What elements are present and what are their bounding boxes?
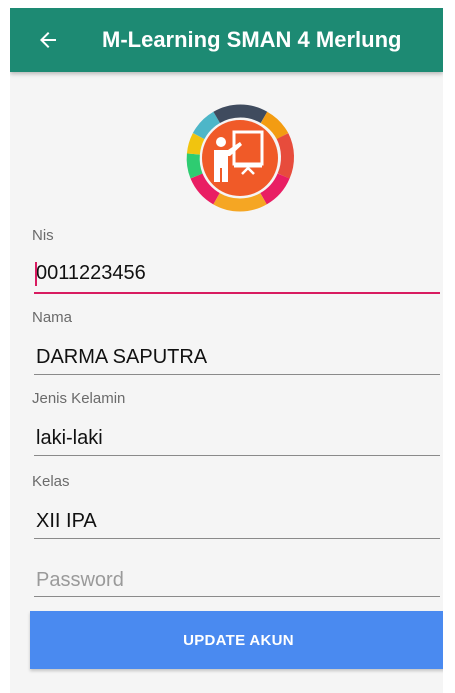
nis-field[interactable]: 0011223456 bbox=[36, 262, 146, 285]
text-cursor bbox=[35, 262, 37, 286]
teacher-presentation-icon bbox=[186, 104, 294, 212]
jenis-kelamin-field[interactable]: laki-laki bbox=[36, 427, 103, 450]
nis-label: Nis bbox=[32, 227, 54, 244]
nama-label: Nama bbox=[32, 309, 73, 326]
password-underline bbox=[34, 596, 440, 597]
app-title: M-Learning SMAN 4 Merlung bbox=[102, 27, 402, 52]
app-bar: M-Learning SMAN 4 Merlung bbox=[10, 8, 443, 72]
kelas-label: Kelas bbox=[32, 473, 70, 490]
password-field[interactable] bbox=[34, 564, 442, 596]
kelas-field[interactable]: XII IPA bbox=[36, 510, 97, 533]
app-screen: M-Learning SMAN 4 Merlung Nis 0011223456… bbox=[10, 8, 443, 693]
jenis-kelamin-label: Jenis Kelamin bbox=[32, 390, 126, 407]
update-account-button[interactable]: UPDATE AKUN bbox=[30, 611, 443, 669]
arrow-left-icon bbox=[40, 32, 56, 48]
back-button[interactable] bbox=[30, 22, 66, 58]
nama-underline bbox=[34, 374, 440, 375]
kelas-underline bbox=[34, 538, 440, 539]
nis-underline bbox=[34, 292, 440, 294]
nama-field[interactable]: DARMA SAPUTRA bbox=[36, 346, 207, 369]
jenis-kelamin-underline bbox=[34, 455, 440, 456]
